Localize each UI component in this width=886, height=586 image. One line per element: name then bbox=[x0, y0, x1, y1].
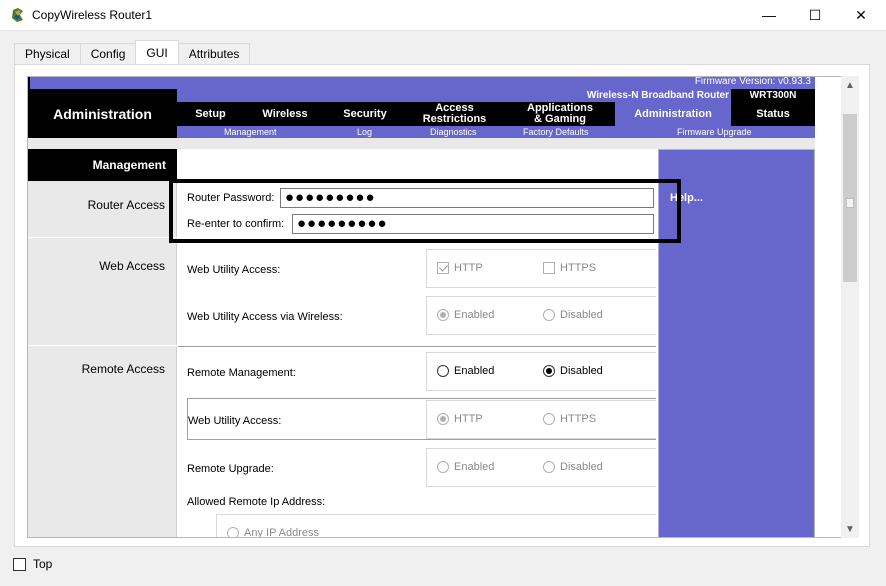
divider bbox=[28, 237, 177, 238]
vertical-scrollbar[interactable]: ▲ ▼ bbox=[841, 76, 859, 538]
upgrade-disabled-label: Disabled bbox=[560, 461, 603, 473]
https-checkbox[interactable]: HTTPS bbox=[543, 262, 596, 274]
remote-http-label: HTTP bbox=[454, 413, 483, 425]
http-checkbox[interactable]: HTTP bbox=[437, 262, 483, 274]
radio-empty-icon bbox=[543, 309, 555, 321]
upgrade-enabled-radio[interactable]: Enabled bbox=[437, 461, 494, 473]
remote-enabled-label: Enabled bbox=[454, 365, 495, 377]
nav-access-restrictions[interactable]: Access Restrictions bbox=[404, 102, 505, 126]
tab-gui[interactable]: GUI bbox=[135, 40, 179, 65]
nav-wireless[interactable]: Wireless bbox=[244, 102, 326, 126]
radio-selected-icon bbox=[543, 365, 555, 377]
router-web-page: Firmware Version: v0.93.3 Administration… bbox=[27, 76, 842, 538]
label-web-access: Web Access bbox=[99, 259, 165, 273]
product-name: Wireless-N Broadband Router bbox=[586, 90, 729, 101]
radio-empty-icon bbox=[437, 365, 449, 377]
remote-management-options: Enabled Disabled bbox=[426, 352, 656, 391]
scrollbar-thumb[interactable] bbox=[843, 114, 857, 282]
title-bar: CopyWireless Router1 — ☐ ✕ bbox=[0, 0, 886, 31]
subnav-diagnostics[interactable]: Diagnostics bbox=[430, 126, 477, 138]
remote-https-label: HTTPS bbox=[560, 413, 597, 425]
subnav-factory-defaults[interactable]: Factory Defaults bbox=[523, 126, 589, 138]
web-utility-access-label: Web Utility Access: bbox=[187, 264, 281, 276]
minimize-button[interactable]: — bbox=[746, 0, 792, 30]
upgrade-disabled-radio[interactable]: Disabled bbox=[543, 461, 603, 473]
separator bbox=[178, 346, 656, 347]
scrollbar-grip-icon bbox=[846, 198, 854, 208]
wireless-access-label: Web Utility Access via Wireless: bbox=[187, 311, 343, 323]
top-checkbox[interactable]: Top bbox=[13, 557, 52, 571]
allowed-ip-group: Any IP Address bbox=[216, 514, 656, 538]
header-spacer bbox=[28, 138, 815, 149]
checkbox-checked-icon bbox=[437, 262, 449, 274]
tab-physical[interactable]: Physical bbox=[14, 43, 81, 65]
window-title: CopyWireless Router1 bbox=[32, 8, 153, 22]
scroll-up-arrow-icon[interactable]: ▲ bbox=[841, 76, 859, 94]
web-utility-access-options: HTTP HTTPS bbox=[426, 249, 656, 288]
sub-nav: Management Log Diagnostics Factory Defau… bbox=[177, 126, 815, 138]
nav-security[interactable]: Security bbox=[326, 102, 404, 126]
remote-enabled-radio[interactable]: Enabled bbox=[437, 365, 494, 377]
help-panel: Help... bbox=[658, 149, 815, 537]
radio-empty-icon bbox=[543, 413, 555, 425]
wireless-disabled-label: Disabled bbox=[560, 309, 603, 321]
app-icon bbox=[12, 8, 23, 22]
divider bbox=[28, 345, 177, 346]
nav-setup[interactable]: Setup bbox=[177, 102, 244, 126]
firmware-version: Firmware Version: v0.93.3 bbox=[28, 77, 815, 89]
remote-disabled-radio[interactable]: Disabled bbox=[543, 365, 603, 377]
checkbox-empty-icon bbox=[543, 262, 555, 274]
product-bar: Wireless-N Broadband Router WRT300N bbox=[177, 89, 815, 102]
nav-administration[interactable]: Administration bbox=[615, 102, 731, 126]
wireless-disabled-radio[interactable]: Disabled bbox=[543, 309, 603, 321]
tab-attributes[interactable]: Attributes bbox=[177, 43, 251, 65]
subnav-log[interactable]: Log bbox=[357, 126, 372, 138]
nav-status[interactable]: Status bbox=[731, 102, 815, 126]
scroll-down-arrow-icon[interactable]: ▼ bbox=[841, 520, 859, 538]
wireless-enabled-radio[interactable]: Enabled bbox=[437, 309, 494, 321]
device-tabs: Physical Config GUI Attributes bbox=[14, 40, 251, 65]
label-router-access: Router Access bbox=[87, 198, 165, 212]
main-nav: Setup Wireless Security Access Restricti… bbox=[177, 102, 815, 126]
any-ip-label: Any IP Address bbox=[244, 527, 320, 538]
section-labels: Management Router Access Web Access Remo… bbox=[28, 149, 177, 537]
label-remote-access: Remote Access bbox=[81, 362, 165, 376]
radio-empty-icon bbox=[227, 527, 239, 537]
wireless-enabled-label: Enabled bbox=[454, 309, 495, 321]
maximize-button[interactable]: ☐ bbox=[792, 0, 838, 30]
remote-disabled-label: Disabled bbox=[560, 365, 603, 377]
checkbox-empty-icon bbox=[13, 557, 26, 571]
remote-utility-access-label: Web Utility Access: bbox=[188, 415, 282, 427]
radio-empty-icon bbox=[437, 461, 449, 473]
remote-upgrade-options: Enabled Disabled bbox=[426, 448, 656, 487]
close-button[interactable]: ✕ bbox=[838, 0, 884, 30]
model-name: WRT300N bbox=[731, 89, 815, 102]
allowed-ip-label: Allowed Remote Ip Address: bbox=[187, 496, 326, 508]
radio-empty-icon bbox=[543, 461, 555, 473]
remote-http-radio[interactable]: HTTP bbox=[437, 413, 483, 425]
nav-applications-gaming[interactable]: Applications & Gaming bbox=[505, 102, 615, 126]
wireless-access-options: Enabled Disabled bbox=[426, 296, 656, 335]
remote-upgrade-label: Remote Upgrade: bbox=[187, 463, 274, 475]
remote-utility-access-options: HTTP HTTPS bbox=[426, 400, 656, 439]
subnav-firmware-upgrade[interactable]: Firmware Upgrade bbox=[677, 126, 752, 138]
subnav-management[interactable]: Management bbox=[224, 126, 277, 138]
remote-https-radio[interactable]: HTTPS bbox=[543, 413, 596, 425]
section-header-management: Management bbox=[28, 149, 177, 181]
http-option-label: HTTP bbox=[454, 262, 483, 274]
radio-selected-icon bbox=[437, 309, 449, 321]
tab-config[interactable]: Config bbox=[79, 43, 137, 65]
page-title: Administration bbox=[28, 89, 177, 138]
remote-management-label: Remote Management: bbox=[187, 367, 296, 379]
password-highlight-box bbox=[169, 179, 681, 243]
upgrade-enabled-label: Enabled bbox=[454, 461, 495, 473]
any-ip-radio[interactable]: Any IP Address bbox=[227, 527, 320, 538]
gui-tab-panel: Firmware Version: v0.93.3 Administration… bbox=[14, 64, 870, 547]
top-checkbox-label: Top bbox=[33, 557, 53, 571]
radio-selected-icon bbox=[437, 413, 449, 425]
https-option-label: HTTPS bbox=[560, 262, 597, 274]
